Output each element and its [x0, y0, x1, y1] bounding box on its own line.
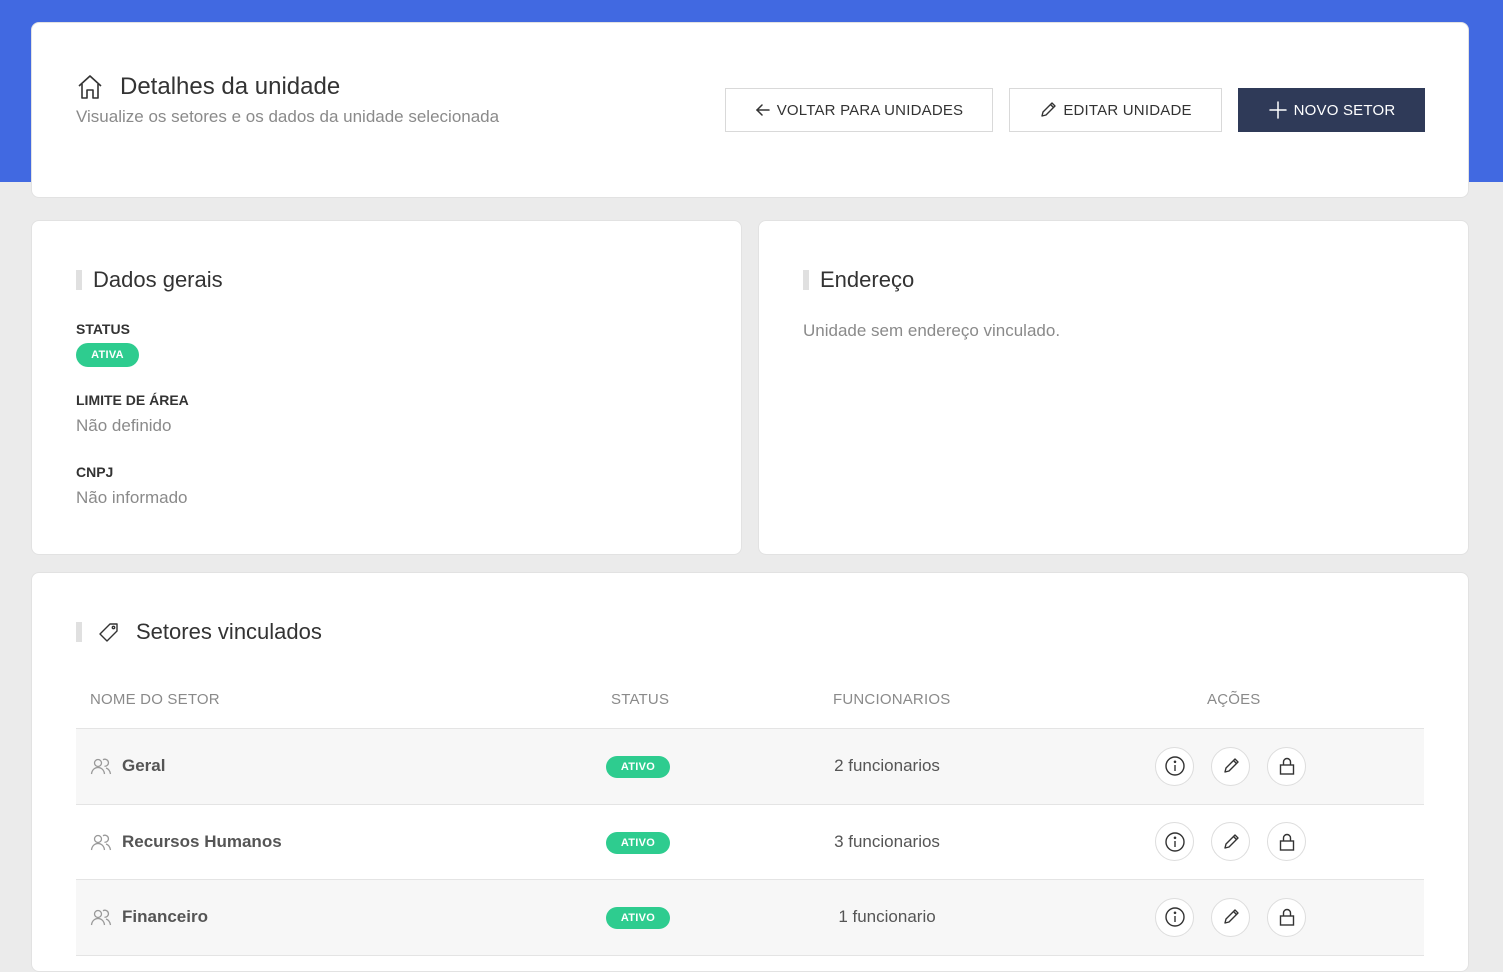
sector-info-button[interactable]	[1155, 822, 1194, 862]
info-icon	[1164, 831, 1186, 853]
cnpj-value: Não informado	[76, 488, 188, 507]
sector-edit-button[interactable]	[1211, 746, 1250, 786]
table-row: Recursos Humanos ATIVO 3 funcionarios	[76, 805, 1424, 880]
page-title-row: Detalhes da unidade	[76, 73, 340, 101]
page-title: Detalhes da unidade	[120, 73, 341, 100]
table-row: Geral ATIVO 2 funcionarios	[76, 729, 1424, 805]
general-data-title: Dados gerais	[76, 267, 223, 293]
table-header: NOME DO SETOR STATUS FUNCIONARIOS AÇÕES	[76, 673, 1424, 729]
status-badge: ATIVA	[76, 343, 139, 367]
sector-lock-button[interactable]	[1267, 897, 1306, 937]
edit-button-label: EDITAR UNIDADE	[1063, 101, 1192, 119]
lock-icon	[1277, 756, 1297, 776]
sector-edit-button[interactable]	[1211, 897, 1250, 937]
sector-employee-count: 3 funcionarios	[834, 831, 940, 851]
sector-lock-button[interactable]	[1267, 822, 1306, 862]
new-sector-button[interactable]: NOVO SETOR	[1238, 88, 1425, 132]
home-icon	[76, 73, 104, 101]
address-title-text: Endereço	[820, 267, 915, 292]
sector-edit-button[interactable]	[1211, 822, 1250, 862]
sector-employee-count: 2 funcionarios	[834, 756, 940, 776]
sector-info-button[interactable]	[1155, 897, 1194, 937]
info-icon	[1164, 755, 1186, 777]
page-subtitle: Visualize os setores e os dados da unida…	[76, 107, 500, 126]
pencil-icon	[1222, 908, 1240, 926]
users-icon	[90, 906, 112, 928]
sector-actions	[1155, 729, 1306, 804]
sector-name: Geral	[122, 756, 166, 776]
column-header-actions: AÇÕES	[1207, 691, 1261, 708]
linked-sectors-card: Setores vinculados NOME DO SETOR STATUS …	[31, 572, 1469, 972]
lock-icon	[1277, 832, 1297, 852]
plus-icon	[1268, 100, 1288, 120]
users-icon	[90, 755, 112, 777]
column-header-employees: FUNCIONARIOS	[833, 691, 951, 708]
address-card: Endereço Unidade sem endereço vinculado.	[758, 220, 1469, 555]
general-data-title-text: Dados gerais	[93, 267, 223, 292]
column-header-name: NOME DO SETOR	[90, 691, 220, 708]
lock-icon	[1277, 907, 1297, 927]
general-data-card: Dados gerais STATUS ATIVA LIMITE DE ÁREA…	[31, 220, 742, 555]
sector-status-badge: ATIVO	[606, 756, 670, 778]
sector-actions	[1155, 805, 1306, 880]
sector-status-badge: ATIVO	[606, 831, 670, 854]
pencil-icon	[1222, 757, 1240, 775]
users-icon	[90, 831, 112, 853]
sector-name: Financeiro	[122, 907, 208, 927]
address-empty-message: Unidade sem endereço vinculado.	[803, 321, 1061, 340]
back-to-units-button[interactable]: VOLTAR PARA UNIDADES	[725, 88, 993, 132]
sector-status-badge: ATIVO	[606, 907, 670, 929]
sector-actions	[1155, 880, 1306, 955]
linked-sectors-title: Setores vinculados	[76, 619, 322, 645]
pencil-icon	[1222, 833, 1240, 851]
sector-info-button[interactable]	[1155, 746, 1194, 786]
section-accent-bar	[76, 622, 82, 642]
sector-name-cell: Geral	[90, 729, 165, 804]
sector-lock-button[interactable]	[1267, 746, 1306, 786]
new-sector-button-label: NOVO SETOR	[1293, 101, 1396, 119]
column-header-status: STATUS	[611, 691, 670, 708]
sectors-table: NOME DO SETOR STATUS FUNCIONARIOS AÇÕES …	[76, 673, 1424, 956]
info-icon	[1164, 906, 1186, 928]
status-label: STATUS	[76, 321, 130, 337]
area-limit-value: Não definido	[76, 416, 172, 435]
address-title: Endereço	[803, 267, 914, 293]
cnpj-label: CNPJ	[76, 464, 114, 480]
back-button-label: VOLTAR PARA UNIDADES	[776, 101, 964, 119]
section-accent-bar	[803, 270, 809, 290]
area-limit-label: LIMITE DE ÁREA	[76, 392, 189, 408]
edit-unit-button[interactable]: EDITAR UNIDADE	[1009, 88, 1222, 132]
arrow-left-icon	[755, 102, 771, 118]
sector-name-cell: Recursos Humanos	[90, 805, 282, 880]
sector-employee-count: 1 funcionario	[838, 907, 936, 927]
sector-name: Recursos Humanos	[122, 831, 282, 851]
page-header-card: Detalhes da unidade Visualize os setores…	[31, 22, 1469, 198]
linked-sectors-title-text: Setores vinculados	[136, 619, 322, 644]
tag-icon	[98, 621, 120, 643]
sector-name-cell: Financeiro	[90, 880, 208, 955]
pencil-icon	[1039, 101, 1057, 119]
table-row: Financeiro ATIVO 1 funcionario	[76, 880, 1424, 956]
section-accent-bar	[76, 270, 82, 290]
